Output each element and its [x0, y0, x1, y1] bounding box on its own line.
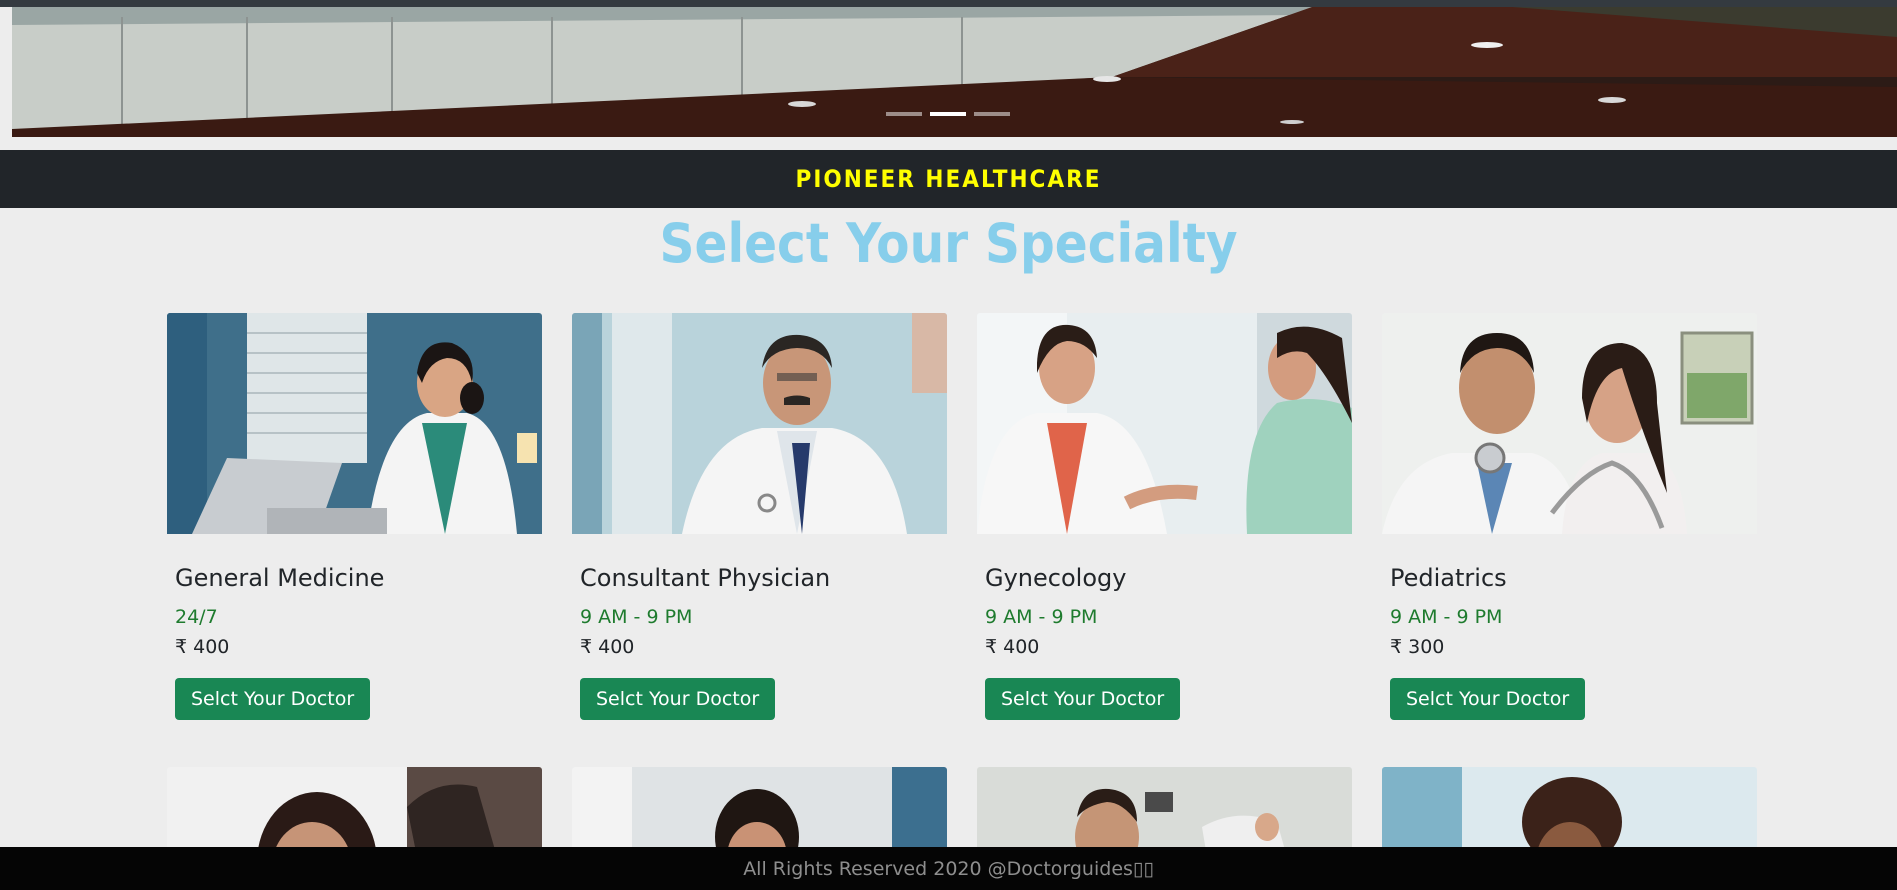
select-doctor-button[interactable]: Selct Your Doctor: [985, 678, 1181, 720]
specialty-card-pediatrics: Pediatrics 9 AM - 9 PM ₹ 300 Selct Your …: [1382, 313, 1757, 720]
specialty-card-row2-1: [167, 767, 542, 857]
specialty-title: Pediatrics: [1390, 564, 1507, 592]
specialty-title: Gynecology: [985, 564, 1127, 592]
carousel-indicators: [886, 112, 1010, 116]
hero-image: [12, 7, 1897, 137]
page-heading: Select Your Specialty: [659, 212, 1238, 275]
carousel-indicator-1[interactable]: [886, 112, 922, 116]
specialty-title: General Medicine: [175, 564, 385, 592]
select-doctor-button[interactable]: Selct Your Doctor: [175, 678, 371, 720]
doctor-image: [977, 313, 1352, 534]
select-doctor-button[interactable]: Selct Your Doctor: [1390, 678, 1586, 720]
doctor-image: [572, 313, 947, 534]
specialty-hours: 24/7: [175, 606, 218, 628]
specialty-card-consultant-physician: Consultant Physician 9 AM - 9 PM ₹ 400 S…: [572, 313, 947, 720]
doctor-image: [1382, 767, 1757, 857]
specialty-card-gynecology: Gynecology 9 AM - 9 PM ₹ 400 Selct Your …: [977, 313, 1352, 720]
specialty-hours: 9 AM - 9 PM: [985, 606, 1098, 628]
carousel-indicator-3[interactable]: [974, 112, 1010, 116]
footer-text: All Rights Reserved 2020 @Doctorguides▯▯: [743, 857, 1154, 880]
specialty-card-row2-4: [1382, 767, 1757, 857]
footer: All Rights Reserved 2020 @Doctorguides▯▯: [0, 847, 1897, 890]
specialty-fee: ₹ 400: [175, 636, 230, 658]
doctor-image: [977, 767, 1352, 857]
doctor-image: [167, 313, 542, 534]
brand-title[interactable]: PIONEER HEALTHCARE: [796, 165, 1102, 193]
carousel-indicator-2[interactable]: [930, 112, 966, 116]
specialty-hours: 9 AM - 9 PM: [1390, 606, 1503, 628]
specialty-hours: 9 AM - 9 PM: [580, 606, 693, 628]
doctor-image: [1382, 313, 1757, 534]
specialty-fee: ₹ 300: [1390, 636, 1445, 658]
doctor-image: [167, 767, 542, 857]
specialty-title: Consultant Physician: [580, 564, 831, 592]
hero-carousel[interactable]: [12, 7, 1897, 137]
specialty-fee: ₹ 400: [580, 636, 635, 658]
specialty-fee: ₹ 400: [985, 636, 1040, 658]
specialty-card-row2-3: [977, 767, 1352, 857]
doctor-image: [572, 767, 947, 857]
specialty-card-row2-2: [572, 767, 947, 857]
select-doctor-button[interactable]: Selct Your Doctor: [580, 678, 776, 720]
top-bar: [0, 0, 1897, 7]
specialty-card-general-medicine: General Medicine 24/7 ₹ 400 Selct Your D…: [167, 313, 542, 720]
brand-navbar: PIONEER HEALTHCARE: [0, 150, 1897, 208]
